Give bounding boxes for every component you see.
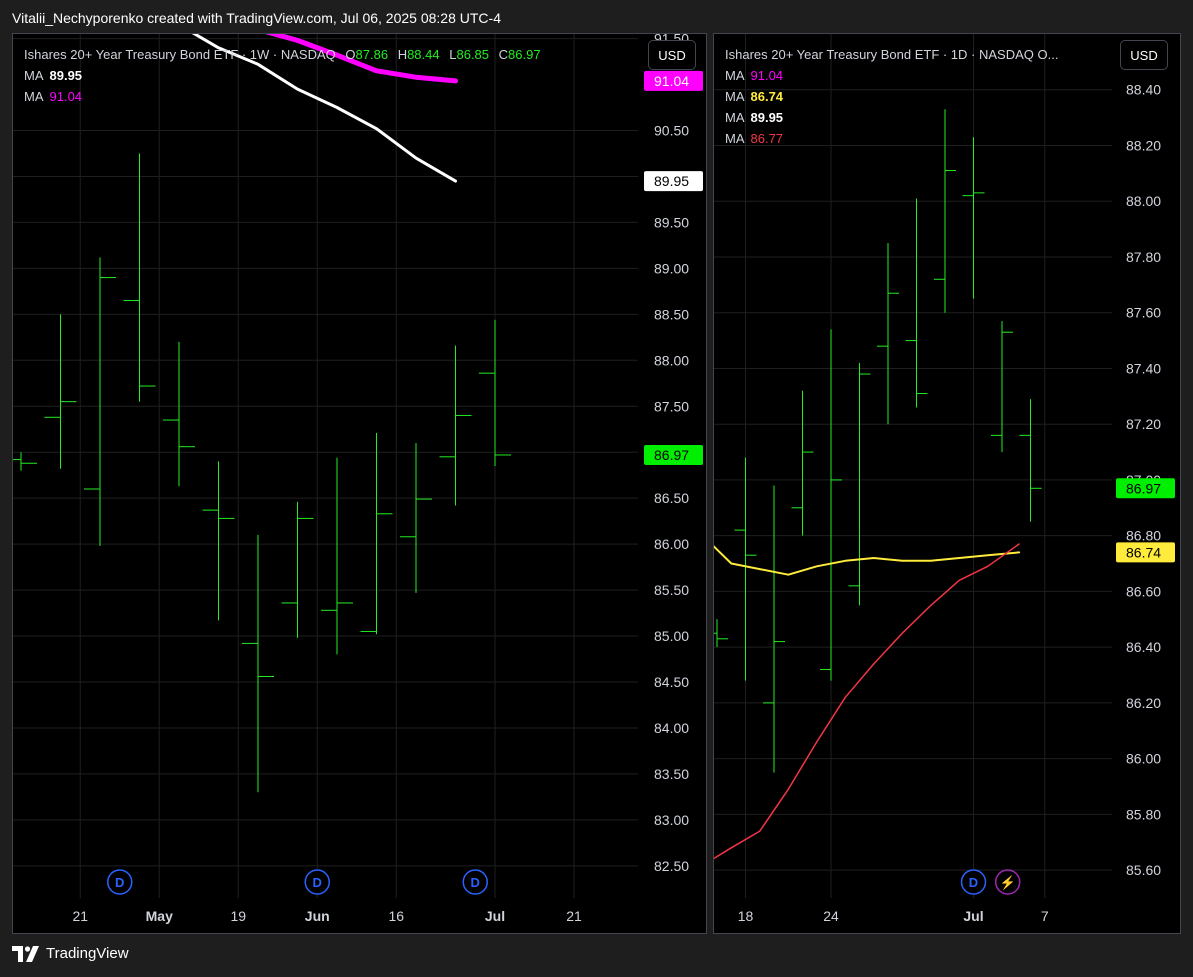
y-tick-label: 86.00 — [1126, 751, 1161, 767]
x-axis: 18 24 Jul 7 — [738, 908, 1049, 924]
ohlc-bar — [439, 345, 472, 506]
grid — [13, 34, 638, 898]
x-tick-label: Jun — [305, 908, 330, 924]
y-tick-label: 82.50 — [654, 858, 689, 874]
y-tick-label: 85.60 — [1126, 862, 1161, 878]
x-tick-label: Jul — [485, 908, 505, 924]
ohlc-bar — [763, 485, 785, 773]
y-tick-label: 87.50 — [654, 398, 689, 414]
ohlc-bar — [84, 257, 116, 546]
price-label-text: 91.04 — [654, 73, 689, 89]
x-tick-label: May — [146, 908, 173, 924]
y-tick-label: 89.50 — [654, 214, 689, 230]
y-tick-label: 86.50 — [654, 490, 689, 506]
tradingview-brand: TradingView — [46, 945, 129, 962]
y-tick-label: 83.00 — [654, 812, 689, 828]
event-label: D — [471, 875, 480, 890]
y-tick-label: 85.80 — [1126, 806, 1161, 822]
dividend-marker: D — [462, 869, 488, 895]
y-tick-label: 86.60 — [1126, 583, 1161, 599]
ohlc-bar — [321, 457, 353, 655]
event-label: D — [313, 875, 322, 890]
y-tick-label: 87.60 — [1126, 305, 1161, 321]
ohlc-bars — [714, 109, 1042, 773]
price-label: 86.74 — [1116, 542, 1175, 563]
y-tick-label: 90.50 — [654, 123, 689, 139]
y-tick-label: 86.20 — [1126, 695, 1161, 711]
x-tick-label: 19 — [230, 908, 246, 924]
y-tick-label: 85.50 — [654, 582, 689, 598]
ohlc-bar — [242, 534, 274, 793]
y-tick-label: 88.20 — [1126, 137, 1161, 153]
price-label: 86.97 — [644, 444, 703, 465]
x-tick-label: 24 — [823, 908, 839, 924]
ohlc-bar — [1019, 399, 1042, 522]
y-tick-label: 85.00 — [654, 628, 689, 644]
ohlc-bar — [360, 432, 393, 635]
ohlc-bar — [281, 501, 314, 638]
y-tick-label: 84.50 — [654, 674, 689, 690]
price-label: 86.97 — [1116, 478, 1175, 499]
ohlc-bar — [877, 243, 899, 425]
daily-chart-panel[interactable]: 85.6085.8086.0086.2086.4086.6086.8087.00… — [713, 33, 1181, 934]
ohlc-bar — [163, 341, 195, 487]
price-label-text: 86.97 — [654, 447, 689, 463]
price-label-text: 86.97 — [1126, 480, 1161, 496]
ohlc-bar — [714, 619, 728, 648]
chart-header: Vitalii_Nechyporenko created with Tradin… — [12, 10, 501, 26]
weekly-chart-panel[interactable]: 82.50 83.00 83.50 84.00 84.50 85.00 85.50 86.00… — [12, 33, 707, 934]
y-tick-label: 86.80 — [1126, 528, 1161, 544]
y-tick-label: 88.40 — [1126, 82, 1161, 98]
y-tick-label: 88.50 — [654, 306, 689, 322]
event-label: D — [115, 875, 124, 890]
ohlc-bar — [905, 198, 928, 408]
tradingview-footer[interactable]: TradingView — [12, 945, 129, 962]
ohlc-bar — [479, 319, 511, 466]
ohlc-bars — [13, 153, 511, 793]
y-tick-label: 86.40 — [1126, 639, 1161, 655]
y-tick-label: 87.20 — [1126, 416, 1161, 432]
x-tick-label: 21 — [72, 908, 88, 924]
price-label: 91.04 — [644, 70, 703, 91]
weekly-chart-canvas[interactable]: 82.50 83.00 83.50 84.00 84.50 85.00 85.50 86.00… — [13, 34, 707, 934]
ohlc-bar — [820, 329, 842, 681]
y-tick-label: 83.50 — [654, 766, 689, 782]
tradingview-logo-icon — [12, 945, 39, 962]
ohlc-bar — [791, 390, 814, 536]
ohlc-bar — [44, 314, 77, 469]
currency-button[interactable]: USD — [648, 40, 696, 70]
y-tick-label: 88.00 — [654, 352, 689, 368]
ohlc-bar — [934, 109, 956, 313]
ohlc-bar — [991, 321, 1013, 453]
dividend-marker: D — [960, 869, 987, 895]
ohlc-bar — [962, 137, 985, 299]
price-label-text: 89.95 — [654, 173, 689, 189]
x-tick-label: 18 — [738, 908, 754, 924]
ohlc-bar — [13, 452, 37, 471]
price-label-text: 86.74 — [1126, 544, 1161, 560]
x-tick-label: Jul — [963, 908, 983, 924]
event-label: ⚡ — [1000, 875, 1016, 891]
split-marker: ⚡ — [994, 869, 1021, 895]
ohlc-bar — [848, 362, 871, 606]
currency-button[interactable]: USD — [1120, 40, 1168, 70]
ohlc-bar — [202, 461, 235, 621]
price-label: 89.95 — [644, 171, 703, 192]
x-tick-label: 16 — [388, 908, 404, 924]
dividend-marker: D — [304, 869, 330, 895]
y-tick-label: 84.00 — [654, 720, 689, 736]
ohlc-bar — [123, 153, 156, 402]
y-tick-label: 89.00 — [654, 260, 689, 276]
ohlc-bar — [400, 443, 432, 593]
dividend-marker: D — [107, 869, 133, 895]
y-tick-label: 86.00 — [654, 536, 689, 552]
y-tick-label: 87.80 — [1126, 249, 1161, 265]
x-axis: 21 May 19 Jun 16 Jul 21 — [72, 908, 582, 924]
x-tick-label: 21 — [566, 908, 582, 924]
y-tick-label: 87.40 — [1126, 360, 1161, 376]
event-label: D — [969, 875, 978, 890]
x-tick-label: 7 — [1041, 908, 1049, 924]
y-tick-label: 88.00 — [1126, 193, 1161, 209]
daily-chart-canvas[interactable]: 85.6085.8086.0086.2086.4086.6086.8087.00… — [714, 34, 1181, 934]
